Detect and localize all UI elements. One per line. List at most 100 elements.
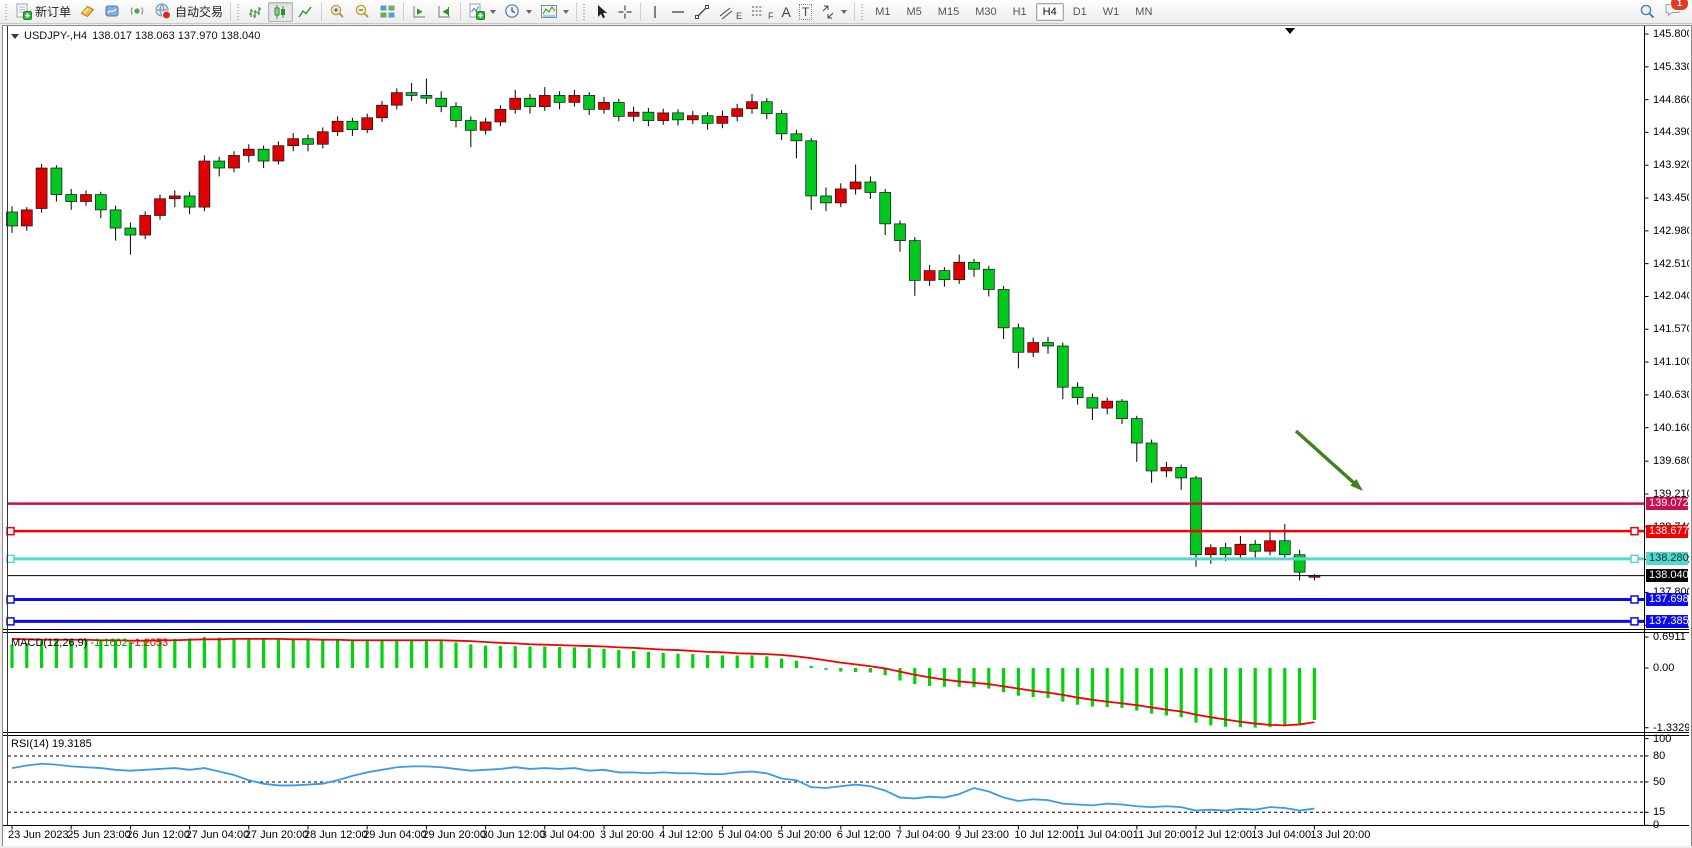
toolbar-separator bbox=[460, 3, 461, 21]
new-order-button[interactable]: 新订单 bbox=[11, 2, 75, 22]
cursor-arrow-icon bbox=[593, 4, 609, 20]
vline-button[interactable] bbox=[644, 2, 666, 22]
tile-windows-button[interactable] bbox=[375, 2, 400, 22]
zoom-in-icon bbox=[329, 3, 346, 20]
notification-badge: 1 bbox=[1670, 0, 1689, 11]
chart-candles-button[interactable] bbox=[268, 2, 293, 22]
dropdown-caret-icon bbox=[841, 10, 847, 14]
tile-windows-icon bbox=[379, 3, 396, 20]
chart-plot[interactable] bbox=[3, 26, 1689, 845]
line-handle[interactable] bbox=[1631, 618, 1638, 625]
trendline-icon bbox=[694, 4, 710, 20]
autotrading-icon bbox=[154, 3, 172, 20]
equidistant-channel-icon bbox=[718, 4, 733, 20]
chart-area[interactable]: USDJPY-,H4 138.017 138.063 137.970 138.0… bbox=[3, 26, 1689, 845]
chart-bars-button[interactable] bbox=[243, 2, 268, 22]
autoscroll-button[interactable] bbox=[407, 2, 432, 22]
line-handle[interactable] bbox=[1631, 596, 1638, 603]
templates-button[interactable] bbox=[536, 2, 573, 22]
toolbar-grip[interactable] bbox=[4, 4, 9, 20]
chart-line-button[interactable] bbox=[293, 2, 318, 22]
notifications-button[interactable]: 1 bbox=[1664, 1, 1682, 23]
toolbar-separator bbox=[403, 3, 404, 21]
toolbar-grip[interactable] bbox=[860, 4, 865, 20]
timeframe-button-m15[interactable]: M15 bbox=[931, 3, 966, 21]
search-icon[interactable] bbox=[1639, 3, 1656, 20]
periods-button[interactable] bbox=[500, 2, 536, 22]
price-level-lines[interactable] bbox=[7, 504, 1645, 625]
clock-icon bbox=[504, 3, 521, 20]
zoom-out-button[interactable] bbox=[350, 2, 375, 22]
line-handle[interactable] bbox=[1631, 528, 1638, 535]
rsi-line bbox=[12, 764, 1314, 811]
fibonacci-button[interactable]: F bbox=[746, 2, 778, 22]
dropdown-caret-icon bbox=[563, 10, 569, 14]
crosshair-icon bbox=[617, 4, 633, 20]
timeframe-button-m30[interactable]: M30 bbox=[968, 3, 1003, 21]
new-order-icon bbox=[15, 3, 32, 20]
bar-chart-type-icon bbox=[247, 4, 264, 20]
signals-button[interactable] bbox=[125, 2, 150, 22]
label-button[interactable]: T bbox=[795, 2, 816, 22]
profile-button[interactable] bbox=[100, 2, 125, 22]
top-toolbar: 新订单 自动交易 bbox=[0, 0, 1692, 24]
timeframe-button-d1[interactable]: D1 bbox=[1066, 3, 1094, 21]
toolbar-grip[interactable] bbox=[236, 4, 241, 20]
text-tool-icon: A bbox=[782, 4, 791, 20]
crosshair-button[interactable] bbox=[613, 2, 637, 22]
toolbar-separator bbox=[576, 3, 577, 21]
candlestick-chart-type-icon bbox=[272, 4, 289, 20]
dropdown-caret-icon bbox=[526, 10, 532, 14]
trendline-button[interactable] bbox=[690, 2, 714, 22]
fibonacci-subscript: F bbox=[768, 11, 774, 21]
label-tool-icon: T bbox=[799, 4, 812, 20]
macd-histogram-series bbox=[12, 637, 1314, 727]
line-handle[interactable] bbox=[1631, 555, 1638, 562]
toolbar-grip[interactable] bbox=[582, 4, 587, 20]
cursor-button[interactable] bbox=[589, 2, 613, 22]
metaeditor-button[interactable] bbox=[75, 2, 100, 22]
metaeditor-icon bbox=[79, 3, 96, 20]
timeframe-button-h1[interactable]: H1 bbox=[1006, 3, 1034, 21]
new-order-label: 新订单 bbox=[35, 3, 71, 20]
line-handle[interactable] bbox=[7, 596, 14, 603]
timeframe-button-m1[interactable]: M1 bbox=[868, 3, 897, 21]
autotrading-button[interactable]: 自动交易 bbox=[150, 2, 227, 22]
fibonacci-icon bbox=[750, 4, 765, 20]
toolbar-separator bbox=[321, 3, 322, 21]
macd-signal-line bbox=[12, 639, 1314, 725]
candlestick-series bbox=[7, 79, 1320, 581]
trend-arrow-annotation[interactable] bbox=[1296, 431, 1363, 491]
timeframe-group: M1M5M15M30H1H4D1W1MN bbox=[867, 3, 1160, 21]
arrows-button[interactable] bbox=[816, 2, 851, 22]
toolbar-right: 1 bbox=[1639, 1, 1690, 23]
timeframe-button-h4[interactable]: H4 bbox=[1036, 3, 1064, 21]
toolbar-separator bbox=[230, 3, 231, 21]
indicators-button[interactable] bbox=[464, 2, 500, 22]
profile-chart-icon bbox=[104, 3, 121, 20]
timeframe-button-w1[interactable]: W1 bbox=[1096, 3, 1127, 21]
toolbar-separator bbox=[640, 3, 641, 21]
vertical-line-icon bbox=[648, 4, 662, 20]
autotrading-label: 自动交易 bbox=[175, 3, 223, 20]
chart-window: USDJPY-,H4 138.017 138.063 137.970 138.0… bbox=[2, 25, 1692, 848]
channel-button[interactable]: E bbox=[714, 2, 746, 22]
indicators-icon bbox=[468, 3, 485, 20]
arrows-tool-icon bbox=[820, 4, 836, 20]
text-button[interactable]: A bbox=[778, 2, 795, 22]
timeframe-button-m5[interactable]: M5 bbox=[900, 3, 929, 21]
hline-button[interactable] bbox=[666, 2, 690, 22]
autoscroll-icon bbox=[411, 4, 428, 20]
toolbar-separator bbox=[854, 3, 855, 21]
line-handle[interactable] bbox=[7, 528, 14, 535]
zoom-in-button[interactable] bbox=[325, 2, 350, 22]
timeframe-button-mn[interactable]: MN bbox=[1128, 3, 1159, 21]
signal-icon bbox=[129, 3, 146, 20]
zoom-out-icon bbox=[354, 3, 371, 20]
line-handle[interactable] bbox=[7, 555, 14, 562]
dropdown-caret-icon bbox=[490, 10, 496, 14]
channel-subscript: E bbox=[736, 11, 742, 21]
line-handle[interactable] bbox=[7, 618, 14, 625]
chart-shift-button[interactable] bbox=[432, 2, 457, 22]
template-icon bbox=[540, 3, 558, 20]
